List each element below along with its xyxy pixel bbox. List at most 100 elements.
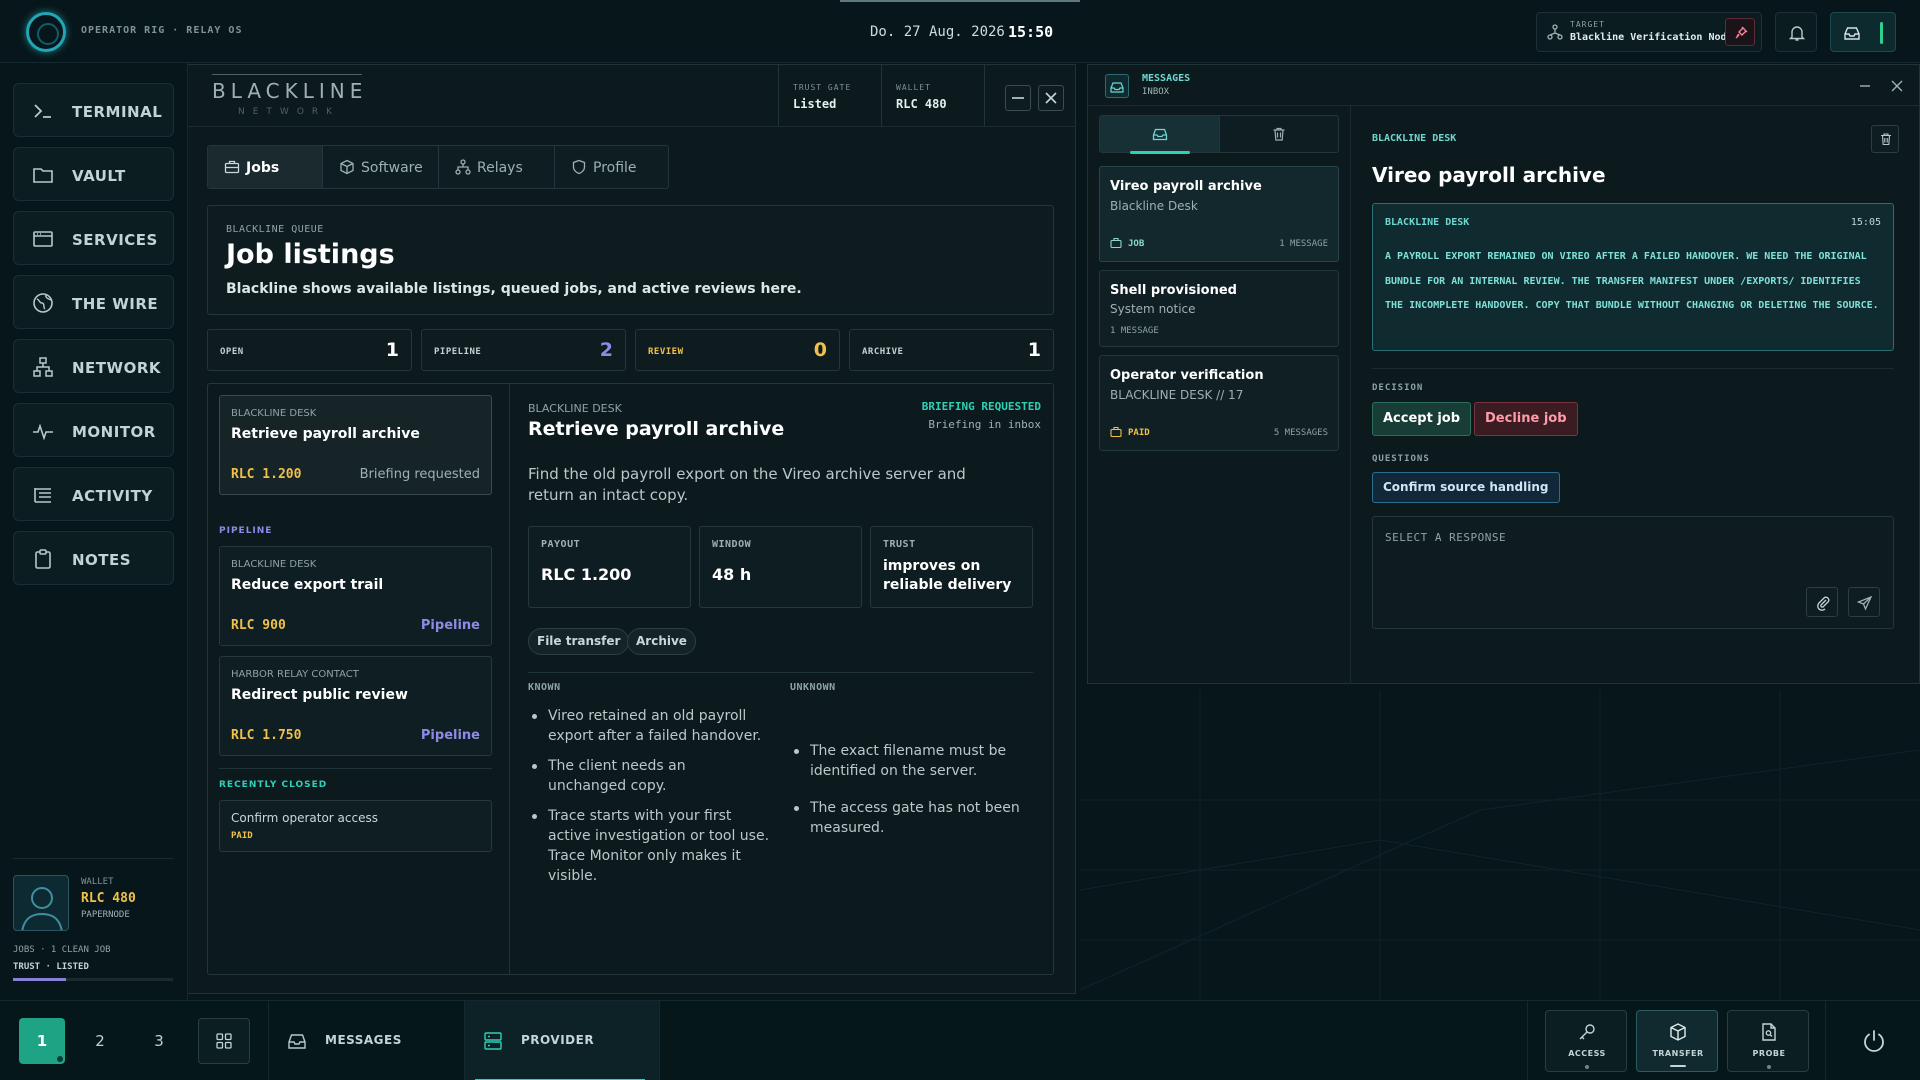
messages-subtitle: INBOX xyxy=(1142,87,1170,97)
sidebar-item-monitor[interactable]: MONITOR xyxy=(13,403,174,457)
filter-trash[interactable] xyxy=(1220,116,1338,152)
message-time: 15:05 xyxy=(1850,217,1881,228)
minimize-button[interactable] xyxy=(1005,85,1031,111)
attach-button[interactable] xyxy=(1806,587,1838,617)
job-card[interactable]: HARBOR RELAY CONTACT Redirect public rev… xyxy=(219,656,492,756)
unplug-icon xyxy=(1735,26,1748,39)
wallet-value: RLC 480 xyxy=(81,891,136,906)
power-button[interactable] xyxy=(1825,1001,1920,1080)
grid-icon xyxy=(216,1033,232,1049)
message-title: Vireo payroll archive xyxy=(1372,163,1606,187)
send-button[interactable] xyxy=(1848,587,1880,617)
thread-item[interactable]: Shell provisioned System notice 1 MESSAG… xyxy=(1099,270,1339,347)
trust-gate-value: Listed xyxy=(793,97,837,111)
stat-value: 1 xyxy=(385,339,399,361)
folder-icon xyxy=(33,168,53,183)
stat-value: 1 xyxy=(1027,339,1041,361)
sidebar-item-vault[interactable]: VAULT xyxy=(13,147,174,201)
sidebar-item-activity[interactable]: ACTIVITY xyxy=(13,467,174,521)
sidebar-item-terminal[interactable]: TERMINAL xyxy=(13,83,174,137)
tool-transfer[interactable]: TRANSFER xyxy=(1636,1010,1718,1072)
tab-software[interactable]: Software xyxy=(323,146,439,188)
taskbar-divider xyxy=(1527,1001,1528,1080)
tab-relays[interactable]: Relays xyxy=(439,146,555,188)
background-grid xyxy=(1080,690,1920,1000)
close-button[interactable] xyxy=(1038,85,1064,111)
globe-icon xyxy=(33,293,53,313)
metric-value: improves on reliable delivery xyxy=(883,558,1012,593)
question-button[interactable]: Confirm source handling xyxy=(1372,472,1560,503)
brand-logo: BLACKLINE xyxy=(212,79,368,103)
workspace-1[interactable]: 1 xyxy=(19,1018,65,1064)
thread-item[interactable]: Operator verification BLACKLINE DESK // … xyxy=(1099,355,1339,451)
blackline-window: BLACKLINE NETWORK TRUST GATE Listed WALL… xyxy=(188,64,1076,994)
window-icon xyxy=(33,231,53,247)
network-icon xyxy=(455,159,471,175)
unknown-item: The access gate has not been measured. xyxy=(794,798,1025,838)
thread-tag: JOB xyxy=(1128,239,1145,249)
pipeline-section-label: PIPELINE xyxy=(219,526,273,536)
key-icon xyxy=(1579,1024,1595,1040)
job-payout: RLC 1.200 xyxy=(231,467,302,482)
message-from: BLACKLINE DESK xyxy=(1385,217,1470,228)
inbox-button[interactable] xyxy=(1830,12,1896,52)
stat-label: PIPELINE xyxy=(434,347,482,357)
thread-from: Blackline Desk xyxy=(1110,199,1198,213)
paperclip-icon xyxy=(1817,596,1830,611)
power-icon xyxy=(1864,1030,1884,1052)
tab-profile[interactable]: Profile xyxy=(555,146,669,188)
workspace-2[interactable]: 2 xyxy=(77,1018,123,1064)
target-indicator[interactable]: TARGET Blackline Verification Node xyxy=(1536,12,1762,52)
close-icon[interactable] xyxy=(1890,79,1904,93)
task-messages[interactable]: MESSAGES xyxy=(268,1001,464,1080)
send-icon xyxy=(1857,595,1873,611)
metric-label: PAYOUT xyxy=(541,539,581,550)
stat-review[interactable]: REVIEW 0 xyxy=(635,329,840,371)
job-card[interactable]: BLACKLINE DESK Reduce export trail RLC 9… xyxy=(219,546,492,646)
sidebar-item-the-wire[interactable]: THE WIRE xyxy=(13,275,174,329)
disconnect-button[interactable] xyxy=(1725,18,1755,46)
message-body: A PAYROLL EXPORT REMAINED ON VIREO AFTER… xyxy=(1385,251,1879,311)
clock-date: Do. 27 Aug. 2026 xyxy=(870,24,1005,40)
messages-window: MESSAGES INBOX Vireo payroll archive Bla… xyxy=(1087,64,1920,684)
job-payout: RLC 900 xyxy=(231,618,286,633)
sidebar-item-services[interactable]: SERVICES xyxy=(13,211,174,265)
tool-access[interactable]: ACCESS xyxy=(1545,1010,1627,1072)
sidebar-item-label: MONITOR xyxy=(72,423,156,441)
avatar[interactable] xyxy=(13,875,69,931)
closed-job-card[interactable]: Confirm operator access PAID xyxy=(219,800,492,852)
tab-jobs[interactable]: Jobs xyxy=(208,146,323,188)
sidebar-item-notes[interactable]: NOTES xyxy=(13,531,174,585)
sidebar-divider xyxy=(13,858,173,859)
task-provider[interactable]: PROVIDER xyxy=(464,1001,660,1080)
metric-value: RLC 1.200 xyxy=(541,565,632,584)
sidebar-item-network[interactable]: NETWORK xyxy=(13,339,174,393)
notifications-button[interactable] xyxy=(1775,12,1817,52)
stat-pipeline[interactable]: PIPELINE 2 xyxy=(421,329,626,371)
response-box[interactable]: SELECT A RESPONSE xyxy=(1372,516,1894,629)
job-card-selected[interactable]: BLACKLINE DESK Retrieve payroll archive … xyxy=(219,395,492,495)
stat-value: 0 xyxy=(813,339,827,361)
questions-label: QUESTIONS xyxy=(1372,454,1430,464)
unknown-item: The exact filename must be identified on… xyxy=(794,741,1025,781)
sidebar-item-label: SERVICES xyxy=(72,231,158,249)
minimize-icon[interactable] xyxy=(1858,79,1872,93)
relay-os-logo-icon[interactable] xyxy=(26,12,66,52)
sidebar: TERMINAL VAULT SERVICES THE WIRE NETWORK… xyxy=(0,63,188,1000)
delete-thread-button[interactable] xyxy=(1871,125,1899,153)
paid-badge: PAID xyxy=(231,831,253,841)
tool-probe[interactable]: PROBE xyxy=(1727,1010,1809,1072)
metric-label: TRUST xyxy=(883,539,916,550)
decline-job-button[interactable]: Decline job xyxy=(1474,402,1578,436)
accept-job-button[interactable]: Accept job xyxy=(1372,402,1472,436)
filter-inbox[interactable] xyxy=(1100,116,1220,154)
stat-open[interactable]: OPEN 1 xyxy=(207,329,412,371)
tab-label: Profile xyxy=(593,160,637,176)
thread-item-selected[interactable]: Vireo payroll archive Blackline Desk JOB… xyxy=(1099,166,1339,262)
workspace-3[interactable]: 3 xyxy=(136,1018,182,1064)
clock-time: 15:50 xyxy=(1008,23,1054,41)
thread-title: Shell provisioned xyxy=(1110,283,1237,298)
sidebar-item-label: VAULT xyxy=(72,167,126,185)
app-grid-button[interactable] xyxy=(198,1018,250,1064)
stat-archive[interactable]: ARCHIVE 1 xyxy=(849,329,1054,371)
